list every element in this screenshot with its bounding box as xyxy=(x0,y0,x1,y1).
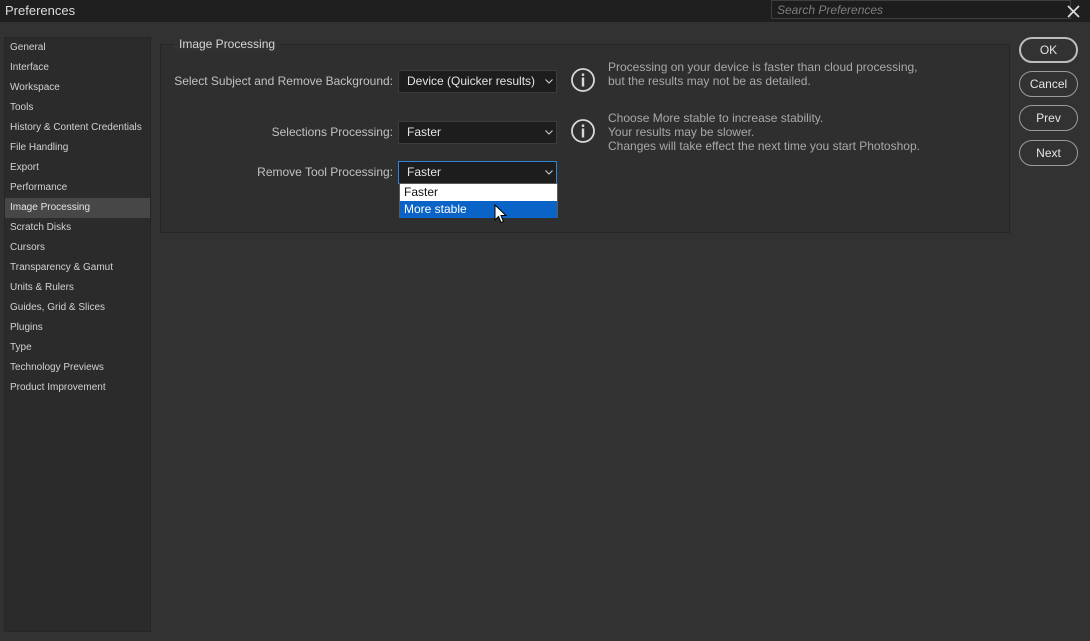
chevron-down-icon xyxy=(544,71,553,92)
selections-processing-label: Selections Processing: xyxy=(271,125,393,139)
select-subject-description: Processing on your device is faster than… xyxy=(608,60,918,88)
menu-option-faster[interactable]: Faster xyxy=(400,184,557,201)
remove-tool-dropdown-menu: Faster More stable xyxy=(399,183,558,218)
selections-processing-value: Faster xyxy=(407,125,442,139)
close-icon xyxy=(1066,4,1080,18)
sidebar-item-performance[interactable]: Performance xyxy=(5,178,150,198)
sidebar-item-general[interactable]: General xyxy=(5,38,150,58)
sidebar-item-transparency-gamut[interactable]: Transparency & Gamut xyxy=(5,258,150,278)
select-subject-value: Device (Quicker results) xyxy=(407,74,536,88)
sidebar-item-cursors[interactable]: Cursors xyxy=(5,238,150,258)
next-button[interactable]: Next xyxy=(1019,140,1078,166)
selections-processing-description: Choose More stable to increase stability… xyxy=(608,111,920,153)
remove-tool-processing-dropdown[interactable]: Faster xyxy=(398,161,557,184)
remove-tool-processing-value: Faster xyxy=(407,165,442,179)
sidebar-item-image-processing[interactable]: Image Processing xyxy=(5,198,150,218)
close-button[interactable] xyxy=(1062,1,1084,21)
search-input[interactable] xyxy=(772,1,1070,18)
chevron-down-icon xyxy=(544,162,553,183)
select-subject-label: Select Subject and Remove Background: xyxy=(174,74,393,88)
group-title: Image Processing xyxy=(174,37,281,51)
sidebar-item-interface[interactable]: Interface xyxy=(5,58,150,78)
chevron-down-icon xyxy=(544,122,553,143)
selections-processing-dropdown[interactable]: Faster xyxy=(398,121,557,144)
preferences-sidebar: General Interface Workspace Tools Histor… xyxy=(4,37,151,632)
sidebar-item-type[interactable]: Type xyxy=(5,338,150,358)
title-bar: Preferences xyxy=(0,0,1090,22)
sidebar-item-export[interactable]: Export xyxy=(5,158,150,178)
info-icon xyxy=(571,68,595,92)
sidebar-item-guides-grid-slices[interactable]: Guides, Grid & Slices xyxy=(5,298,150,318)
sidebar-item-technology-previews[interactable]: Technology Previews xyxy=(5,358,150,378)
search-box[interactable] xyxy=(771,0,1071,19)
sidebar-item-product-improvement[interactable]: Product Improvement xyxy=(5,378,150,398)
menu-option-more-stable[interactable]: More stable xyxy=(400,201,557,218)
select-subject-dropdown[interactable]: Device (Quicker results) xyxy=(398,70,557,93)
mouse-cursor-icon xyxy=(494,204,508,224)
window-title: Preferences xyxy=(5,3,76,18)
ok-button[interactable]: OK xyxy=(1019,37,1078,63)
sidebar-item-file-handling[interactable]: File Handling xyxy=(5,138,150,158)
sidebar-item-plugins[interactable]: Plugins xyxy=(5,318,150,338)
prev-button[interactable]: Prev xyxy=(1019,105,1078,131)
sidebar-item-scratch-disks[interactable]: Scratch Disks xyxy=(5,218,150,238)
remove-tool-processing-label: Remove Tool Processing: xyxy=(257,165,393,179)
sidebar-item-history-content-credentials[interactable]: History & Content Credentials xyxy=(5,118,150,138)
sidebar-item-units-rulers[interactable]: Units & Rulers xyxy=(5,278,150,298)
sidebar-item-tools[interactable]: Tools xyxy=(5,98,150,118)
sidebar-item-workspace[interactable]: Workspace xyxy=(5,78,150,98)
cancel-button[interactable]: Cancel xyxy=(1019,71,1078,97)
info-icon xyxy=(571,119,595,143)
